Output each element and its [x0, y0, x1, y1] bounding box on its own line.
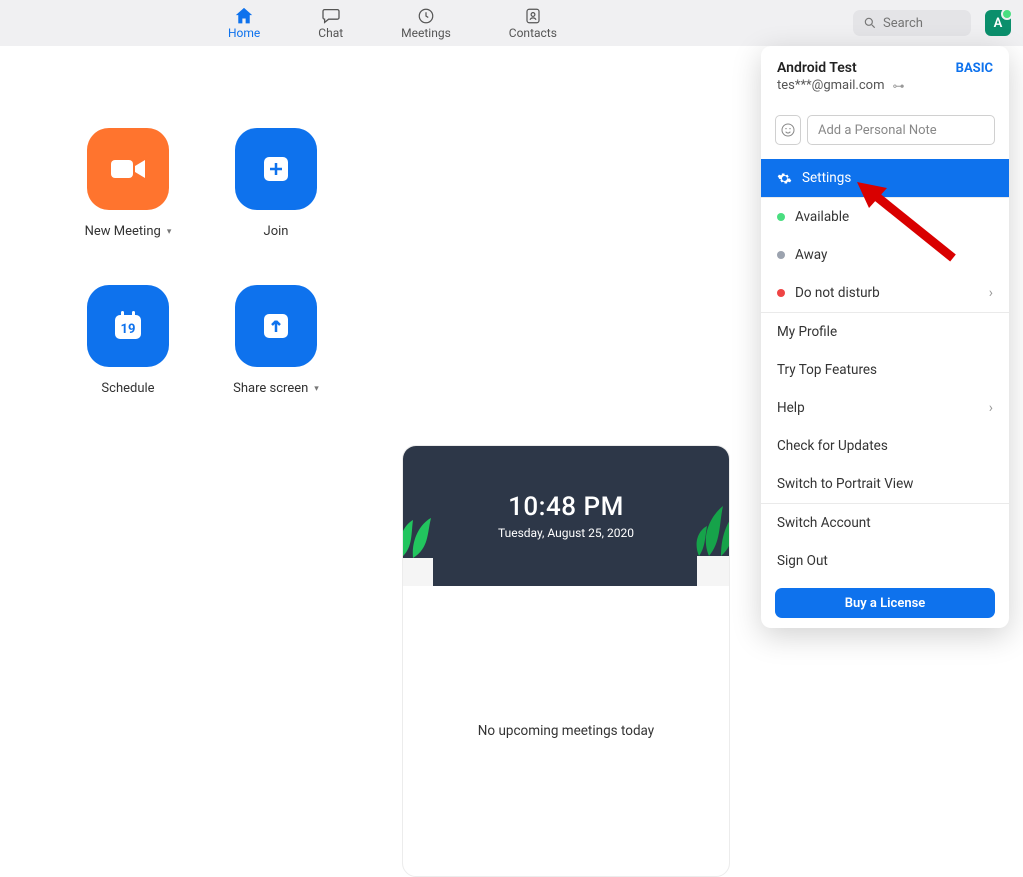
status-dot-red-icon: [777, 289, 785, 297]
calendar-icon: 19: [111, 309, 145, 343]
status-dot-grey-icon: [777, 251, 785, 259]
action-schedule: 19 Schedule: [74, 285, 182, 396]
nav-meetings-label: Meetings: [401, 26, 451, 40]
personal-note-input[interactable]: [807, 115, 995, 145]
menu-away-label: Away: [795, 247, 827, 263]
share-screen-button[interactable]: [235, 285, 317, 367]
profile-email: tes***@gmail.com: [777, 78, 884, 93]
new-meeting-label-row[interactable]: New Meeting ▾: [85, 224, 172, 239]
nav-meetings[interactable]: Meetings: [401, 7, 451, 40]
menu-dnd-label: Do not disturb: [795, 285, 880, 301]
chevron-down-icon: ▾: [167, 227, 172, 237]
profile-name: Android Test: [777, 60, 857, 76]
emoji-button[interactable]: [775, 115, 801, 145]
nav-chat-label: Chat: [318, 26, 343, 40]
buy-license-label: Buy a License: [845, 596, 926, 611]
status-dot-green-icon: [777, 213, 785, 221]
menu-away[interactable]: Away: [761, 236, 1009, 274]
nav-home[interactable]: Home: [228, 7, 260, 40]
menu-top-features[interactable]: Try Top Features: [761, 351, 1009, 389]
menu-my-profile[interactable]: My Profile: [761, 313, 1009, 351]
menu-settings-label: Settings: [802, 170, 851, 186]
menu-header: Android Test BASIC tes***@gmail.com ⊶: [761, 46, 1009, 103]
action-grid: New Meeting ▾ Join 19 Schedule: [74, 128, 330, 396]
chevron-down-icon: ▾: [314, 384, 319, 394]
calendar-day: 19: [111, 322, 145, 337]
smile-icon: [780, 122, 796, 138]
hidden-icon: ⊶: [892, 79, 904, 93]
search-input[interactable]: [883, 16, 961, 31]
no-meetings-text: No upcoming meetings today: [478, 723, 654, 739]
menu-check-updates[interactable]: Check for Updates: [761, 427, 1009, 465]
search-field[interactable]: [853, 10, 971, 36]
menu-available-label: Available: [795, 209, 849, 225]
contacts-icon: [523, 7, 543, 25]
gear-icon: [777, 171, 792, 186]
menu-help-label: Help: [777, 400, 805, 416]
personal-note-row: [775, 115, 995, 145]
schedule-button[interactable]: 19: [87, 285, 169, 367]
avatar-initial: A: [994, 16, 1003, 31]
nav-contacts-label: Contacts: [509, 26, 557, 40]
home-icon: [234, 7, 254, 25]
nav-chat[interactable]: Chat: [318, 7, 343, 40]
card-body: No upcoming meetings today: [403, 586, 729, 876]
card-header: 10:48 PM Tuesday, August 25, 2020: [403, 446, 729, 586]
menu-portrait-label: Switch to Portrait View: [777, 476, 913, 492]
chat-icon: [321, 7, 341, 25]
plant-decor-icon: [403, 508, 453, 586]
menu-sign-out-label: Sign Out: [777, 553, 828, 569]
menu-my-profile-label: My Profile: [777, 324, 837, 340]
clock-time: 10:48 PM: [508, 492, 624, 522]
chevron-right-icon: ›: [989, 400, 993, 416]
menu-portrait[interactable]: Switch to Portrait View: [761, 465, 1009, 503]
menu-settings[interactable]: Settings: [761, 159, 1009, 197]
avatar[interactable]: A: [985, 10, 1011, 36]
plan-badge: BASIC: [956, 61, 993, 76]
clock-date: Tuesday, August 25, 2020: [498, 526, 634, 540]
buy-license-button[interactable]: Buy a License: [775, 588, 995, 618]
menu-dnd[interactable]: Do not disturb ›: [761, 274, 1009, 312]
menu-sign-out[interactable]: Sign Out: [761, 542, 1009, 580]
menu-switch-account[interactable]: Switch Account: [761, 504, 1009, 542]
menu-available[interactable]: Available: [761, 198, 1009, 236]
nav-contacts[interactable]: Contacts: [509, 7, 557, 40]
menu-check-updates-label: Check for Updates: [777, 438, 888, 454]
action-share-screen: Share screen ▾: [222, 285, 330, 396]
share-screen-label-row[interactable]: Share screen ▾: [233, 381, 319, 396]
plant-decor-icon: [669, 498, 729, 586]
new-meeting-label: New Meeting: [85, 224, 161, 239]
menu-help[interactable]: Help ›: [761, 389, 1009, 427]
join-label: Join: [264, 224, 289, 239]
nav-home-label: Home: [228, 26, 260, 40]
video-icon: [109, 156, 147, 182]
menu-switch-account-label: Switch Account: [777, 515, 871, 531]
profile-email-row: tes***@gmail.com ⊶: [777, 78, 993, 93]
schedule-label: Schedule: [101, 381, 154, 396]
profile-menu: Android Test BASIC tes***@gmail.com ⊶ Se…: [761, 46, 1009, 628]
action-new-meeting: New Meeting ▾: [74, 128, 182, 239]
search-icon: [863, 16, 877, 30]
clock-icon: [416, 7, 436, 25]
nav: Home Chat Meetings Contacts: [228, 7, 557, 40]
share-icon: [261, 311, 291, 341]
action-join: Join: [222, 128, 330, 239]
chevron-right-icon: ›: [989, 285, 993, 301]
topbar: Home Chat Meetings Contacts A: [0, 0, 1023, 46]
plus-icon: [261, 154, 291, 184]
menu-top-features-label: Try Top Features: [777, 362, 877, 378]
share-screen-label: Share screen: [233, 381, 308, 396]
join-button[interactable]: [235, 128, 317, 210]
meeting-card: 10:48 PM Tuesday, August 25, 2020 No upc…: [402, 445, 730, 877]
new-meeting-button[interactable]: [87, 128, 169, 210]
